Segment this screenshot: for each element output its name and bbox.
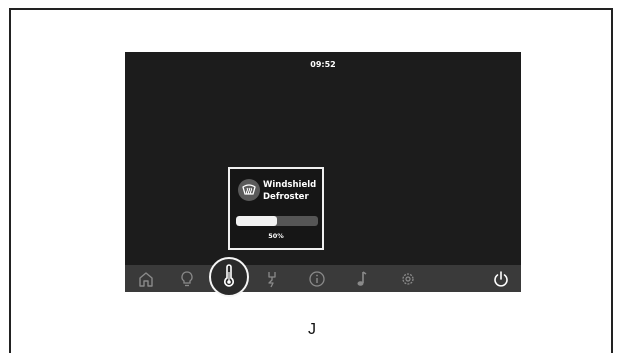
home-icon[interactable]	[136, 269, 156, 289]
gear-icon[interactable]	[398, 269, 418, 289]
touchscreen: 09:52 Windshield Defroster 50%	[125, 52, 521, 297]
info-icon[interactable]	[307, 269, 327, 289]
lightbulb-icon[interactable]	[177, 269, 197, 289]
bottom-navbar	[125, 265, 521, 292]
thermometer-icon	[224, 264, 234, 287]
progress-label: 50%	[268, 232, 284, 240]
defroster-popup[interactable]: Windshield Defroster 50%	[228, 167, 324, 250]
music-note-icon[interactable]	[351, 269, 371, 289]
defroster-progress-bar[interactable]	[236, 216, 318, 226]
figure-caption: J	[308, 321, 316, 338]
clock-display: 09:52	[310, 60, 336, 69]
windshield-defroster-icon	[238, 179, 260, 201]
power-icon[interactable]	[491, 269, 511, 289]
climate-button-active[interactable]	[209, 257, 249, 297]
popup-title: Windshield Defroster	[263, 180, 317, 202]
lightning-plug-icon[interactable]	[262, 269, 282, 289]
progress-fill	[236, 216, 277, 226]
